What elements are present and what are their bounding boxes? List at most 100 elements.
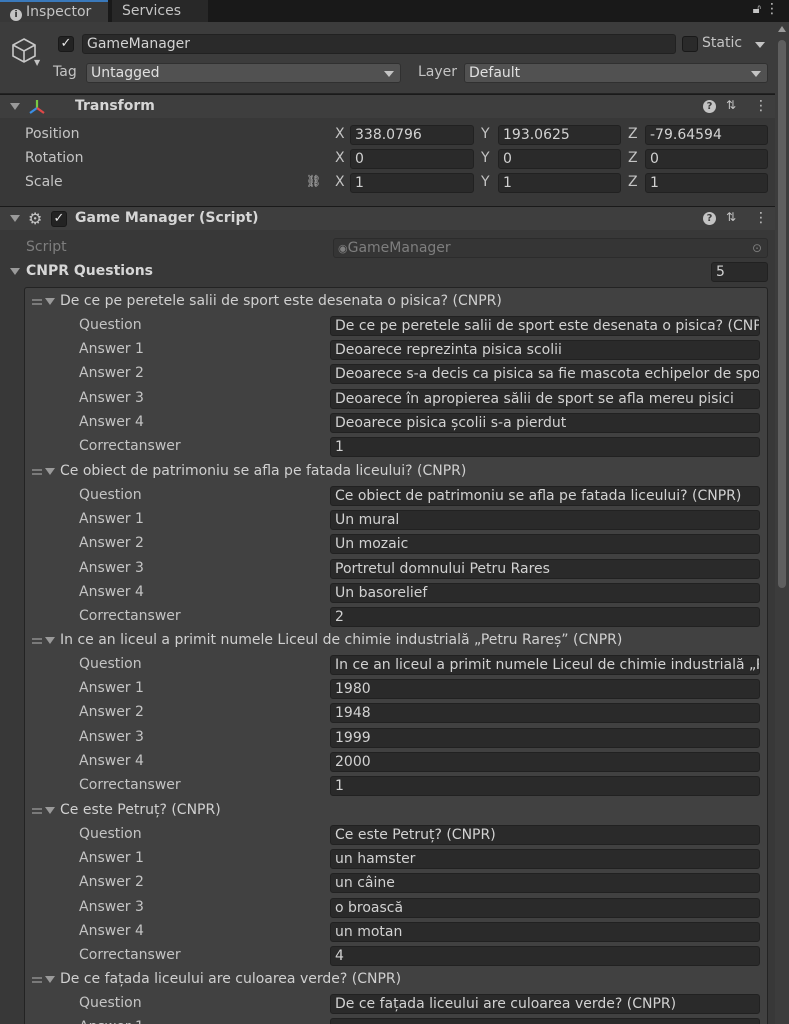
drag-handle-icon[interactable] (32, 299, 42, 305)
axis-z-label[interactable]: Z (628, 150, 638, 166)
answer1-field[interactable]: 1980 (330, 679, 760, 699)
gear-icon: ⚙ (28, 209, 43, 228)
help-icon[interactable]: ? (703, 100, 716, 113)
transform-rotation-y-field[interactable]: 0 (498, 149, 621, 169)
preset-sliders-icon[interactable]: ⇅ (726, 210, 736, 224)
kebab-menu-icon[interactable]: ⋮ (765, 1, 779, 17)
correct-field[interactable]: 1 (330, 437, 760, 457)
question-field[interactable]: Ce obiect de patrimoniu se afla pe fatad… (330, 486, 760, 506)
question-element-title[interactable]: Ce obiect de patrimoniu se afla pe fatad… (60, 463, 466, 479)
transform-position-x-field[interactable]: 338.0796 (350, 125, 474, 145)
drag-handle-icon[interactable] (32, 977, 42, 983)
question-field[interactable]: De ce fațada liceului are culoarea verde… (330, 994, 760, 1014)
cnpr-questions-label[interactable]: CNPR Questions (26, 263, 153, 279)
scroll-up-arrow[interactable] (778, 26, 786, 32)
answer1-field[interactable]: un hamster (330, 849, 760, 869)
answer4-field[interactable]: un motan (330, 922, 760, 942)
transform-scale-x-field[interactable]: 1 (350, 173, 474, 193)
fold-arrow-icon[interactable] (10, 103, 20, 110)
layer-dropdown[interactable]: Default (464, 63, 768, 83)
fold-arrow-icon[interactable] (10, 215, 20, 222)
answer1-field[interactable]: Un mural (330, 510, 760, 530)
static-checkbox[interactable] (682, 36, 698, 52)
script-component-header[interactable]: ⚙ ✓ Game Manager (Script) ? ⇅ ⋮ (0, 206, 775, 230)
question-field[interactable]: Ce este Petruț? (CNPR) (330, 825, 760, 845)
answer3-field[interactable]: o broască (330, 898, 760, 918)
gameobject-active-checkbox[interactable]: ✓ (58, 36, 74, 52)
element-fold-arrow-icon[interactable] (45, 298, 55, 305)
question-element-title[interactable]: De ce fațada liceului are culoarea verde… (60, 971, 401, 987)
element-fold-arrow-icon[interactable] (45, 637, 55, 644)
tab-services-label: Services (122, 3, 182, 19)
answer2-field[interactable]: Deoarece s-a decis ca pisica sa fie masc… (330, 364, 760, 384)
inspector-scrollbar[interactable] (775, 22, 789, 1024)
drag-handle-icon[interactable] (32, 808, 42, 814)
kebab-menu-icon[interactable]: ⋮ (754, 98, 768, 114)
icon-dropdown-arrow[interactable]: ▼ (34, 58, 40, 67)
answer4-field[interactable]: Deoarece pisica școlii s-a pierdut (330, 413, 760, 433)
axis-z-label[interactable]: Z (628, 174, 638, 190)
drag-handle-icon[interactable] (32, 638, 42, 644)
transform-position-y-field[interactable]: 193.0625 (498, 125, 621, 145)
element-fold-arrow-icon[interactable] (45, 976, 55, 983)
axis-z-label[interactable]: Z (628, 126, 638, 142)
axis-y-label[interactable]: Y (481, 126, 490, 142)
object-picker-icon[interactable]: ⊙ (752, 239, 762, 257)
transform-icon (29, 100, 45, 114)
question-field[interactable]: De ce pe peretele salii de sport este de… (330, 316, 760, 336)
static-dropdown-arrow[interactable] (755, 42, 765, 48)
question-element-title[interactable]: De ce pe peretele salii de sport este de… (60, 293, 502, 309)
correct-field[interactable]: 4 (330, 946, 760, 966)
preset-sliders-icon[interactable]: ⇅ (726, 98, 736, 112)
transform-scale-y-field[interactable]: 1 (498, 173, 621, 193)
info-icon: i (10, 9, 22, 21)
tab-inspector[interactable]: i Inspector (0, 0, 108, 22)
answer4-field[interactable]: Un basorelief (330, 583, 760, 603)
transform-scale-label: Scale (25, 174, 63, 190)
answer2-field[interactable]: 1948 (330, 703, 760, 723)
answer3-field[interactable]: 1999 (330, 728, 760, 748)
answer2-field[interactable]: Un mozaic (330, 534, 760, 554)
script-enabled-checkbox[interactable]: ✓ (51, 211, 67, 227)
correct-field[interactable]: 2 (330, 607, 760, 627)
chevron-down-icon (751, 71, 761, 77)
question-element-title[interactable]: Ce este Petruț? (CNPR) (60, 802, 221, 818)
answer3-field[interactable]: Portretul domnului Petru Rares (330, 559, 760, 579)
gameobject-name-field[interactable]: GameManager (82, 34, 676, 54)
field-label-answer2: Answer 2 (79, 704, 144, 720)
drag-handle-icon[interactable] (32, 469, 42, 475)
scrollbar-thumb[interactable] (778, 40, 786, 588)
transform-rotation-x-field[interactable]: 0 (350, 149, 474, 169)
question-field[interactable]: In ce an liceul a primit numele Liceul d… (330, 655, 760, 675)
transform-rotation-z-field[interactable]: 0 (645, 149, 768, 169)
field-label-answer4: Answer 4 (79, 753, 144, 769)
element-fold-arrow-icon[interactable] (45, 468, 55, 475)
script-reference-field: ◉GameManager ⊙ (333, 238, 768, 258)
axis-y-label[interactable]: Y (481, 150, 490, 166)
list-fold-arrow-icon[interactable] (10, 268, 20, 275)
answer1-field[interactable]: Deoarece reprezinta pisica scolii (330, 340, 760, 360)
axis-x-label[interactable]: X (335, 174, 345, 190)
field-label-answer1: Answer 1 (79, 850, 144, 866)
tab-services[interactable]: Services (112, 0, 208, 22)
element-fold-arrow-icon[interactable] (45, 807, 55, 814)
tag-dropdown[interactable]: Untagged (86, 63, 401, 83)
list-size-field[interactable]: 5 (711, 262, 768, 282)
answer3-field[interactable]: Deoarece în apropierea sălii de sport se… (330, 389, 760, 409)
tab-inspector-label: Inspector (26, 4, 92, 20)
transform-header[interactable]: Transform ? ⇅ ⋮ (0, 94, 775, 118)
axis-x-label[interactable]: X (335, 126, 345, 142)
question-element-title[interactable]: In ce an liceul a primit numele Liceul d… (60, 632, 622, 648)
transform-position-z-field[interactable]: -79.64594 (645, 125, 768, 145)
axis-x-label[interactable]: X (335, 150, 345, 166)
axis-y-label[interactable]: Y (481, 174, 490, 190)
help-icon[interactable]: ? (703, 212, 716, 225)
transform-scale-z-field[interactable]: 1 (645, 173, 768, 193)
correct-field[interactable]: 1 (330, 776, 760, 796)
lock-icon[interactable]: 🔓︎ (753, 2, 761, 17)
answer2-field[interactable]: un câine (330, 873, 760, 893)
answer4-field[interactable]: 2000 (330, 752, 760, 772)
answer1-field[interactable] (330, 1018, 760, 1024)
constrain-proportions-icon[interactable]: ⛓ (306, 174, 321, 188)
kebab-menu-icon[interactable]: ⋮ (754, 210, 768, 226)
